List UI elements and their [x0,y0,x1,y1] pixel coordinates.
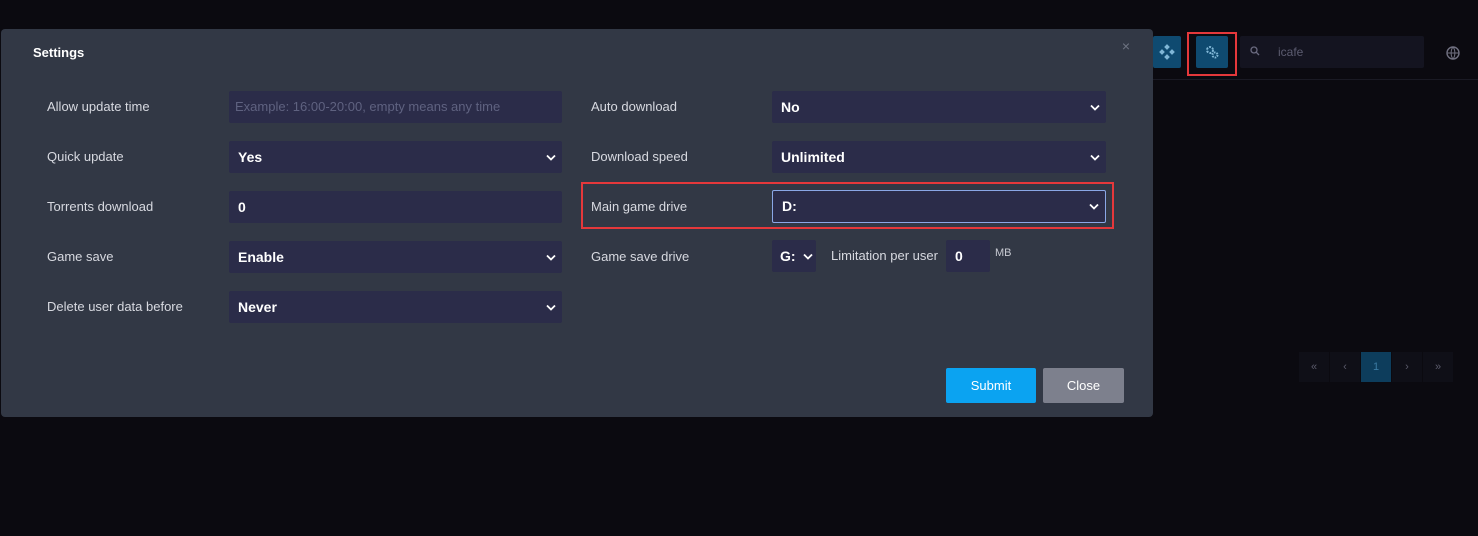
settings-modal: Settings × Allow update time Example: 16… [1,29,1153,417]
game-save-label: Game save [47,249,114,264]
prev-page-button[interactable]: ‹ [1330,352,1360,382]
chevron-down-icon [546,141,556,173]
limitation-unit: MB [995,247,1012,259]
download-speed-label: Download speed [591,149,688,164]
download-speed-value: Unlimited [781,149,845,165]
chevron-down-icon [1090,141,1100,173]
close-button[interactable]: Close [1043,368,1124,403]
page-1-button[interactable]: 1 [1361,352,1391,382]
modal-title: Settings [33,45,85,60]
next-page-button[interactable]: › [1392,352,1422,382]
allow-update-time-input[interactable]: Example: 16:00-20:00, empty means any ti… [229,91,562,123]
search-box[interactable]: icafe [1240,36,1424,68]
chevron-down-icon [1089,191,1099,221]
pagination: « ‹ 1 › » [1299,352,1453,382]
game-save-select[interactable]: Enable [229,241,562,273]
main-game-drive-select[interactable]: D: [772,190,1106,223]
delete-user-data-label: Delete user data before [47,299,183,314]
limitation-input[interactable]: 0 [946,240,990,272]
submit-button[interactable]: Submit [946,368,1036,403]
delete-user-data-value: Never [238,299,277,315]
search-icon [1240,45,1270,59]
limitation-label: Limitation per user [831,248,938,263]
allow-update-time-label: Allow update time [47,99,150,114]
chevron-down-icon [803,240,813,272]
search-input[interactable]: icafe [1270,45,1303,59]
main-game-drive-label: Main game drive [591,199,688,214]
quick-update-select[interactable]: Yes [229,141,562,173]
quick-update-value: Yes [238,149,263,165]
divider [1153,79,1478,80]
quick-update-label: Quick update [47,149,124,164]
chevron-down-icon [1090,91,1100,123]
first-page-button[interactable]: « [1299,352,1329,382]
chevron-down-icon [546,291,556,323]
game-save-drive-label: Game save drive [591,249,690,264]
close-icon[interactable]: × [1119,39,1133,53]
auto-download-select[interactable]: No [772,91,1106,123]
download-speed-select[interactable]: Unlimited [772,141,1106,173]
tiles-button[interactable] [1153,36,1181,68]
last-page-button[interactable]: » [1423,352,1453,382]
settings-button-highlight [1187,32,1237,76]
game-save-value: Enable [238,249,284,265]
torrents-download-label: Torrents download [47,199,154,214]
globe-icon[interactable] [1444,44,1462,62]
delete-user-data-select[interactable]: Never [229,291,562,323]
game-save-drive-select[interactable]: G: [772,240,816,272]
tiles-icon [1159,44,1175,60]
torrents-download-input[interactable]: 0 [229,191,562,223]
main-game-drive-value: D: [782,198,797,214]
game-save-drive-value: G: [780,248,796,264]
auto-download-label: Auto download [591,99,678,114]
chevron-down-icon [546,241,556,273]
auto-download-value: No [781,99,800,115]
